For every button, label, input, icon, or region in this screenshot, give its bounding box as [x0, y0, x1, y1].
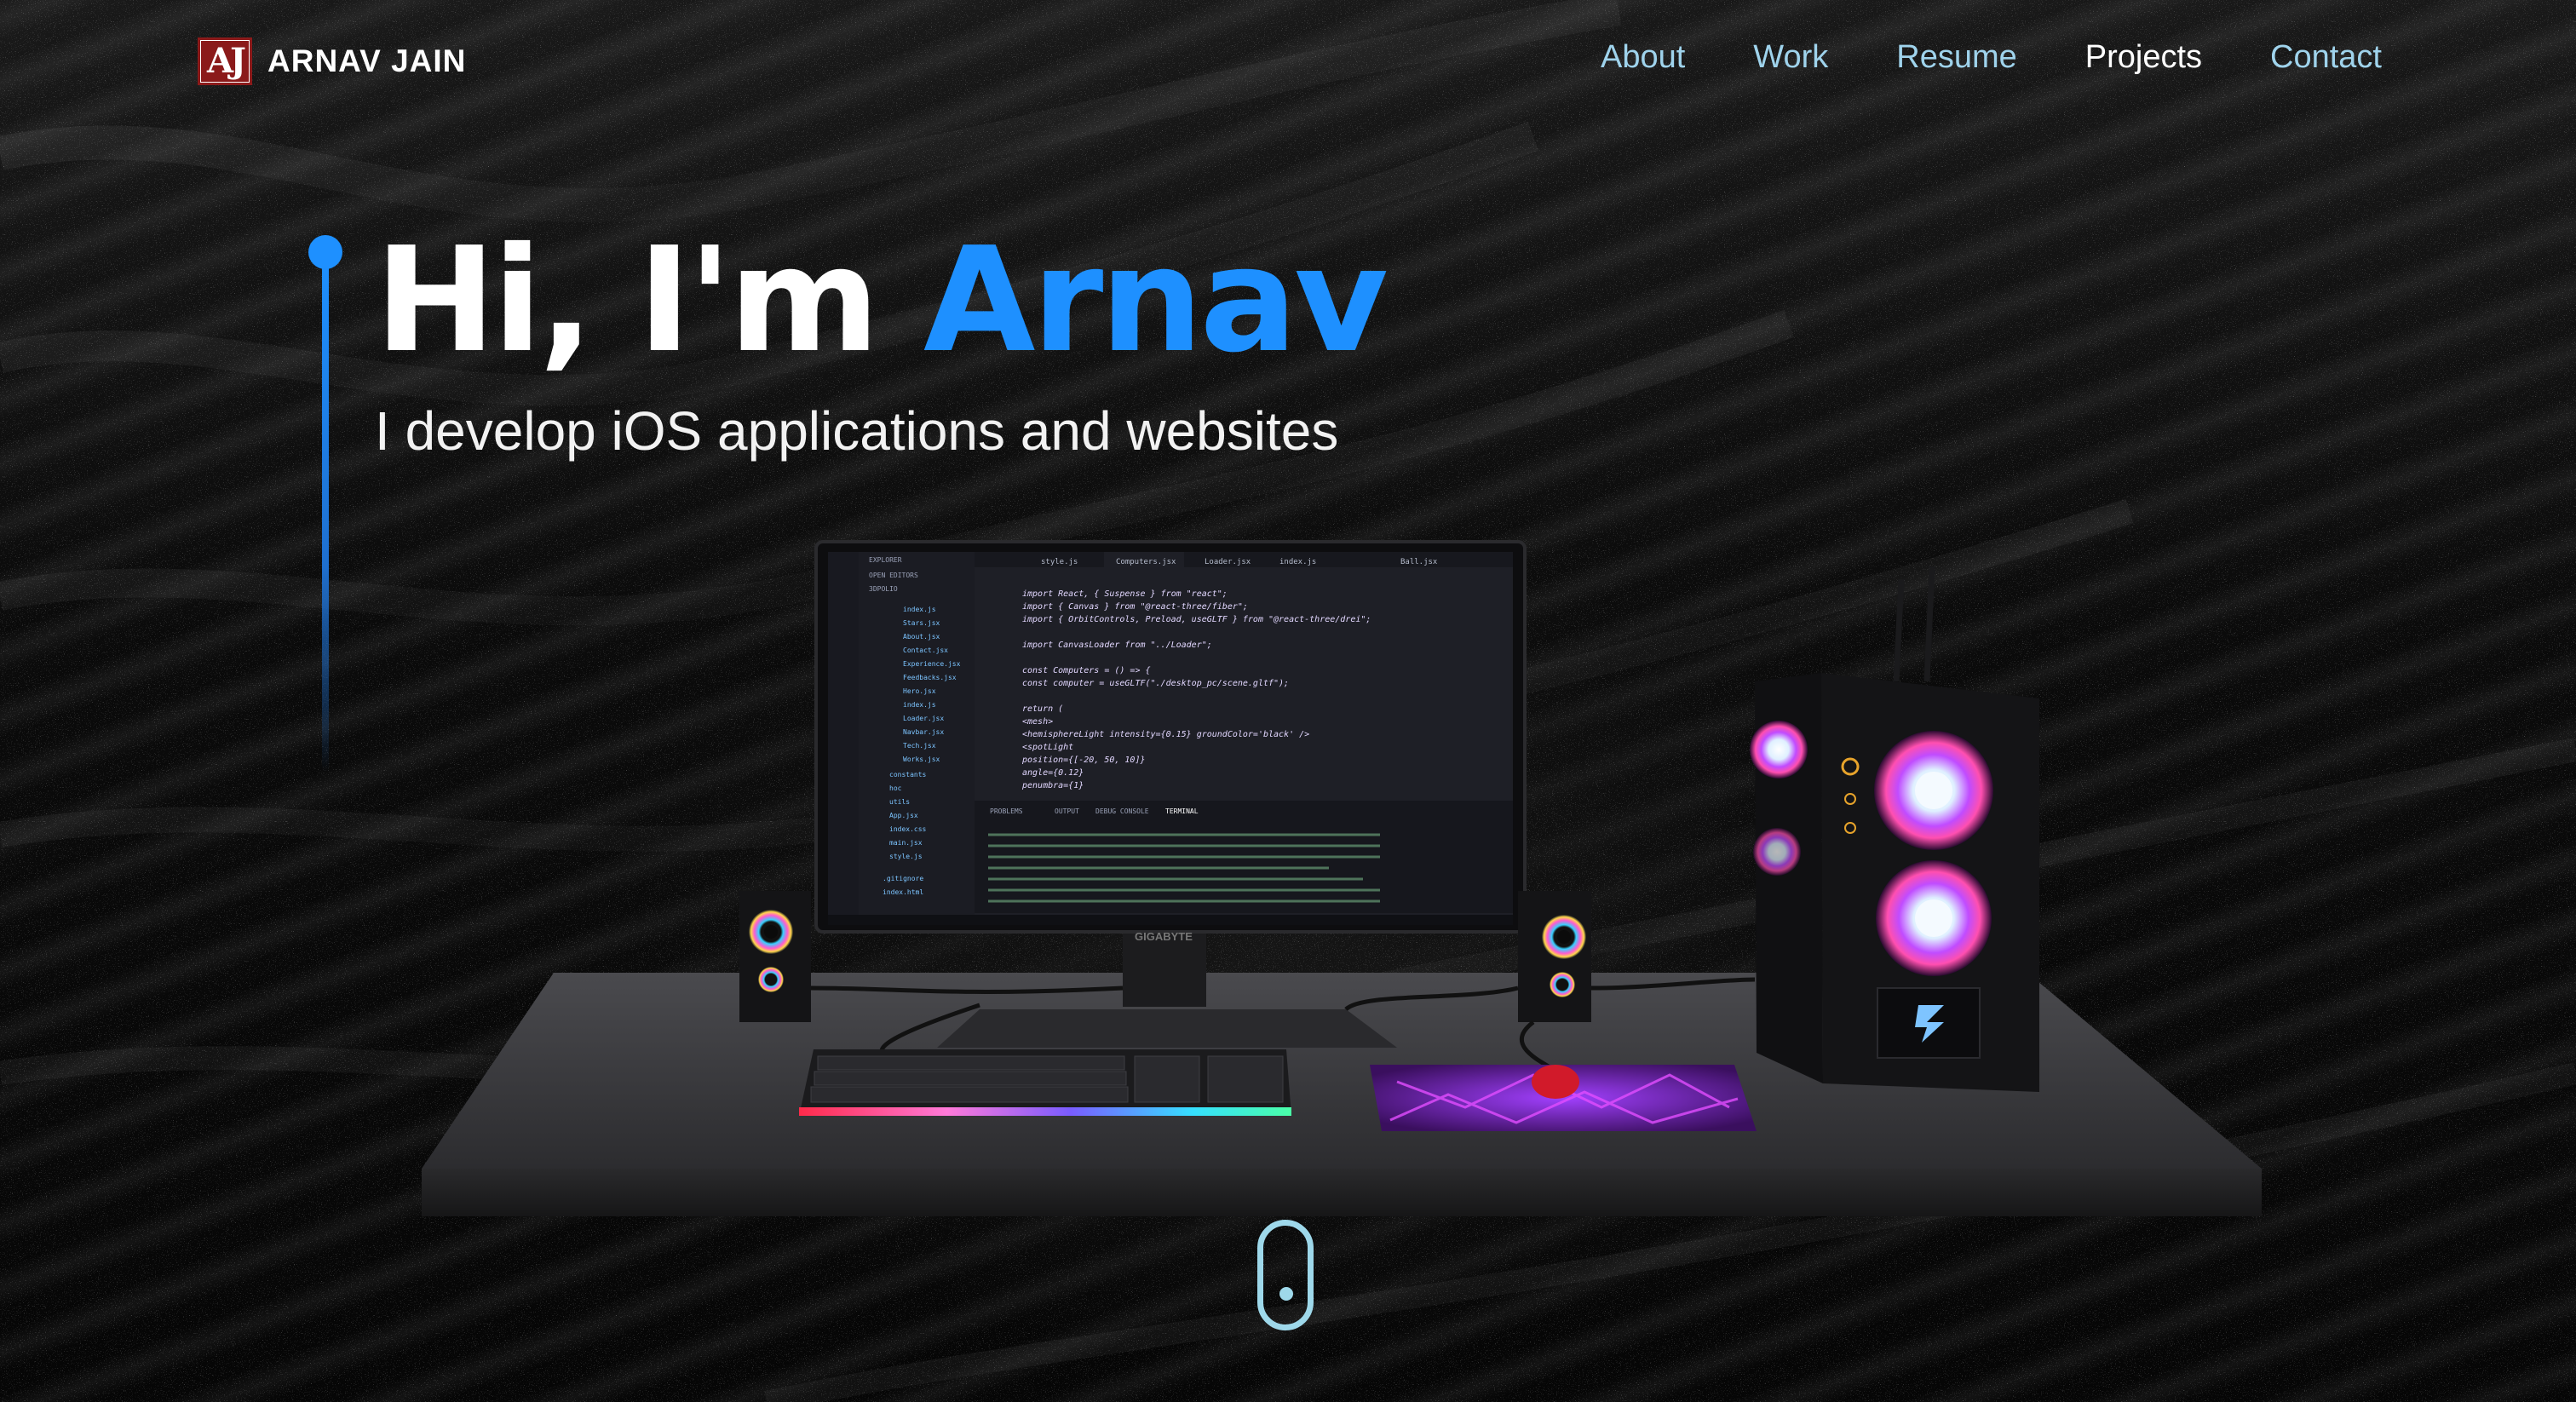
svg-text:index.js: index.js: [903, 606, 936, 613]
editor-tab-style: style.js: [1041, 558, 1078, 566]
code-line-11: <mesh>: [1022, 717, 1053, 727]
panel-tab-debug: DEBUG CONSOLE: [1095, 807, 1149, 815]
panel-tab-output: OUTPUT: [1055, 807, 1079, 815]
svg-text:Hero.jsx: Hero.jsx: [903, 687, 936, 695]
svg-text:index.html: index.html: [883, 888, 923, 896]
editor-tab-computers: Computers.jsx: [1116, 558, 1176, 566]
editor-tab-index: index.js: [1279, 558, 1316, 566]
code-line-2: import { Canvas } from "@react-three/fib…: [1022, 602, 1248, 612]
svg-text:Tech.jsx: Tech.jsx: [903, 742, 936, 750]
svg-text:App.jsx: App.jsx: [889, 812, 918, 819]
monitor: EXPLORER OPEN EDITORS 3DPOLIO index.js S…: [814, 540, 1527, 943]
svg-text:Feedbacks.jsx: Feedbacks.jsx: [903, 674, 957, 681]
code-line-16: penumbra={1}: [1021, 781, 1084, 790]
code-line-5: import CanvasLoader from "../Loader";: [1022, 641, 1212, 650]
code-line-13: <spotLight: [1022, 743, 1073, 752]
code-line-3: import { OrbitControls, Preload, useGLTF…: [1022, 615, 1371, 624]
svg-text:constants: constants: [889, 771, 927, 779]
svg-text:style.js: style.js: [889, 853, 923, 860]
svg-text:Loader.jsx: Loader.jsx: [903, 715, 944, 722]
svg-text:hoc: hoc: [889, 784, 902, 792]
code-line-10: return (: [1022, 704, 1063, 714]
mouse-scroll-icon[interactable]: [1257, 1220, 1314, 1330]
editor-tab-loader: Loader.jsx: [1205, 558, 1251, 566]
svg-text:About.jsx: About.jsx: [903, 633, 940, 641]
keyboard: [799, 1049, 1291, 1116]
svg-text:Navbar.jsx: Navbar.jsx: [903, 728, 944, 736]
svg-text:index.js: index.js: [903, 701, 936, 709]
mousepad: [1370, 1065, 1757, 1131]
svg-text:main.jsx: main.jsx: [889, 839, 923, 847]
desk-pc-3d-scene[interactable]: EXPLORER OPEN EDITORS 3DPOLIO index.js S…: [0, 0, 2576, 1402]
svg-text:Works.jsx: Works.jsx: [903, 756, 940, 763]
svg-text:Contact.jsx: Contact.jsx: [903, 646, 948, 654]
svg-text:OPEN EDITORS: OPEN EDITORS: [869, 572, 918, 579]
svg-text:utils: utils: [889, 798, 910, 806]
svg-text:Experience.jsx: Experience.jsx: [903, 660, 961, 668]
code-line-8: const computer = useGLTF("./desktop_pc/s…: [1022, 679, 1289, 688]
svg-text:3DPOLIO: 3DPOLIO: [869, 585, 898, 593]
panel-tab-problems: PROBLEMS: [990, 807, 1023, 815]
speaker-right: [1518, 891, 1591, 1022]
svg-text:.gitignore: .gitignore: [883, 875, 923, 882]
code-line-7: const Computers = () => {: [1022, 666, 1151, 675]
panel-tab-terminal: TERMINAL: [1165, 807, 1199, 815]
speaker-left: [739, 891, 811, 1022]
code-line-12: <hemisphereLight intensity={0.15} ground…: [1022, 730, 1309, 739]
svg-text:index.css: index.css: [889, 825, 927, 833]
svg-text:Stars.jsx: Stars.jsx: [903, 619, 940, 627]
code-line-1: import React, { Suspense } from "react";: [1022, 589, 1228, 599]
svg-text:EXPLORER: EXPLORER: [869, 556, 902, 564]
code-line-15: angle={0.12}: [1022, 768, 1084, 778]
code-line-14: position={[-20, 50, 10]}: [1021, 756, 1146, 765]
monitor-brand: GIGABYTE: [1135, 930, 1193, 943]
pc-tower: [1750, 566, 2039, 1092]
scroll-indicator-dot: [1279, 1287, 1293, 1301]
mouse: [1532, 1065, 1579, 1099]
editor-tab-ball: Ball.jsx: [1400, 558, 1438, 566]
